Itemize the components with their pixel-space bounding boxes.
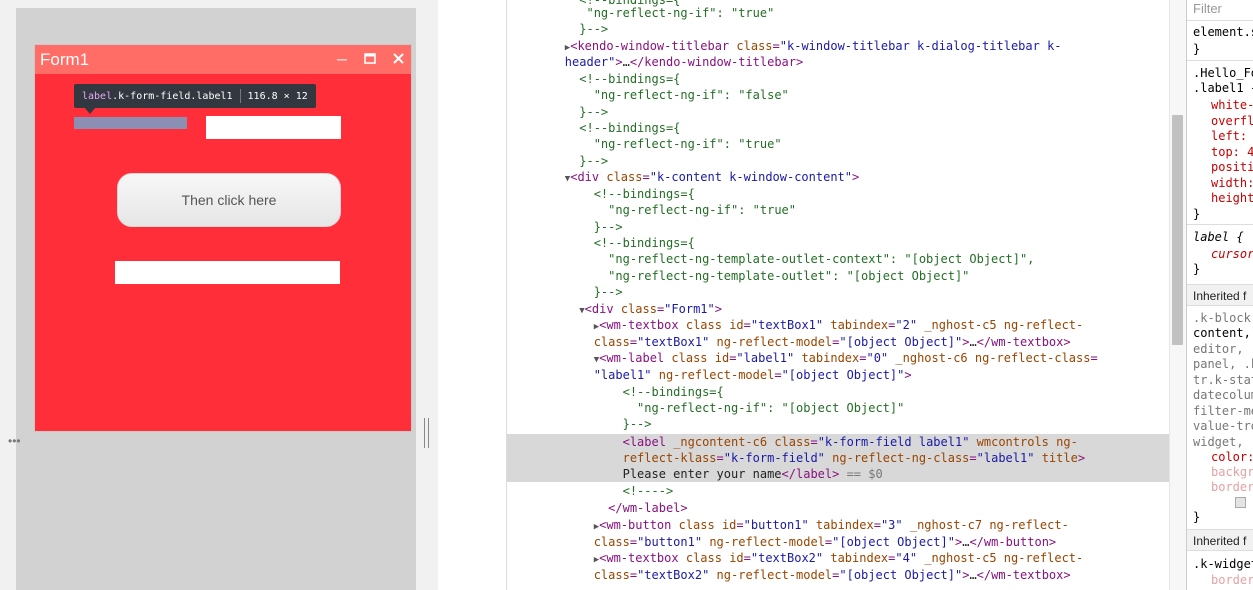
textbox2-input[interactable] [115,261,340,284]
dom-line[interactable]: "ng-reflect-ng-if": "false" [507,87,1170,103]
dom-line[interactable]: "ng-reflect-ng-if": "true" [507,202,1170,218]
dom-line[interactable]: <!--bindings={ [507,120,1170,136]
window-title: Form1 [40,50,90,69]
elements-panel[interactable]: <!--bindings={ "ng-reflect-ng-if": "true… [506,0,1170,590]
dom-line[interactable]: ▶<wm-textbox class id="textBox2" tabinde… [507,550,1170,566]
inherited-section-header[interactable]: Inherited f [1187,284,1253,306]
scrollbar-thumb[interactable] [1172,115,1183,345]
maximize-icon[interactable] [361,49,379,69]
dom-line-selected[interactable]: reflect-klass="k-form-field" ng-reflect-… [507,450,1170,467]
dom-line[interactable]: "ng-reflect-ng-template-outlet": "[objec… [507,268,1170,284]
dom-line[interactable]: }--> [507,153,1170,169]
dom-line[interactable]: ▼<div class="Form1"> [507,301,1170,317]
dom-line[interactable]: <!--bindings={ [507,71,1170,87]
dom-line[interactable]: header">…</kendo-window-titlebar> [507,54,1170,70]
dom-line[interactable]: }--> [507,284,1170,300]
label1-highlight [74,117,187,129]
minimize-icon[interactable]: ─ [333,49,351,69]
dom-line[interactable]: <!--bindings={ [507,384,1170,400]
dom-line[interactable]: }--> [507,21,1170,37]
dom-line[interactable]: </wm-label> [507,500,1170,516]
dom-line[interactable]: "ng-reflect-ng-if": "[object Object]" [507,400,1170,416]
selected-node-marker: == $0 [839,467,883,481]
textbox1-input[interactable] [206,116,341,139]
dom-line[interactable]: }--> [507,416,1170,432]
styles-panel[interactable]: Filter element.s } .Hello_Fo .label1 { w… [1186,0,1253,590]
dom-line[interactable]: ▼<div class="k-content k-window-content"… [507,169,1170,185]
dom-line[interactable]: "label1" ng-reflect-model="[object Objec… [507,367,1170,383]
then-click-here-button[interactable]: Then click here [117,173,341,227]
inspect-tooltip: label .k-form-field.label1 116.8 × 12 [74,84,316,108]
inherited-section-header[interactable]: Inherited f [1187,529,1253,551]
dom-line[interactable]: ▼<wm-label class id="label1" tabindex="0… [507,350,1170,366]
label-text: Please enter your name [622,467,782,481]
panel-splitter[interactable] [423,418,431,448]
dom-line[interactable]: class="textBox1" ng-reflect-model="[obje… [507,334,1170,350]
styles-filter-input[interactable]: Filter [1193,1,1222,16]
dom-line[interactable]: class="textBox2" ng-reflect-model="[obje… [507,567,1170,583]
tooltip-tag: label [82,90,113,102]
dom-line[interactable]: "ng-reflect-ng-if": "true" [507,136,1170,152]
dom-line[interactable]: <!--bindings={ [507,235,1170,251]
tooltip-size: 116.8 × 12 [247,90,308,102]
dom-line[interactable]: class="button1" ng-reflect-model="[objec… [507,534,1170,550]
tooltip-classes: .k-form-field.label1 [112,90,233,102]
dom-line[interactable]: ▶<kendo-window-titlebar class="k-window-… [507,38,1170,54]
dom-line[interactable]: ▶<wm-button class id="button1" tabindex=… [507,517,1170,533]
dom-line[interactable]: <!--bindings={ [507,186,1170,202]
dom-line[interactable]: <!----> [507,483,1170,499]
dom-line[interactable]: "ng-reflect-ng-template-outlet-context":… [507,251,1170,267]
dom-line[interactable]: }--> [507,219,1170,235]
window-titlebar[interactable]: Form1 ─ [35,45,411,74]
dom-line-selected[interactable]: Please enter your name</label> == $0 [507,466,1170,483]
dom-line[interactable]: "ng-reflect-ng-if": "true" [507,5,1170,21]
dom-line-selected[interactable]: <label _ngcontent-c6 class="k-form-field… [507,434,1170,451]
dom-line[interactable]: }--> [507,104,1170,120]
more-actions-icon[interactable]: ••• [8,434,21,448]
close-icon[interactable] [389,49,407,69]
dom-line[interactable]: ▶<wm-textbox class id="textBox1" tabinde… [507,317,1170,333]
tooltip-arrow [84,107,96,114]
